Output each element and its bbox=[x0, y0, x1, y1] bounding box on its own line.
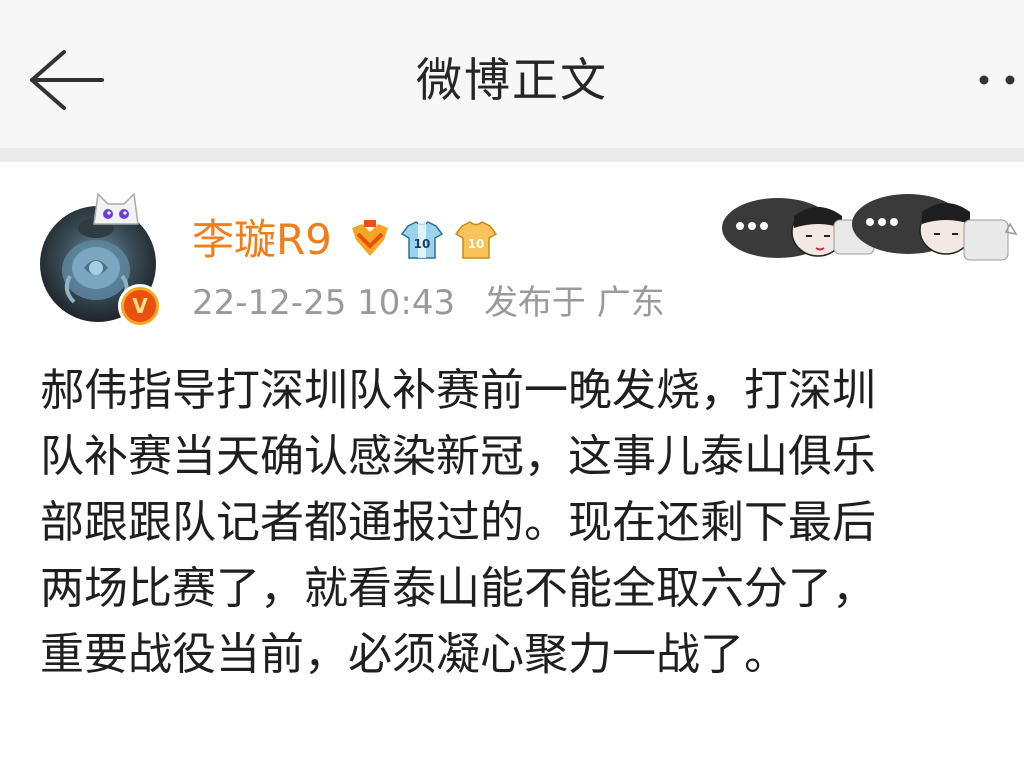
post-body-line: 郝伟指导打深圳队补赛前一晚发烧，打深圳 bbox=[40, 365, 876, 416]
weibo-post-page: 微博正文 V 李璇R9 10 10 22-12-25 10:43 发布于 广东 … bbox=[0, 0, 1024, 758]
more-dots-icon bbox=[979, 75, 1015, 85]
post-body-line: 重要战役当前，必须凝心聚力一战了。 bbox=[40, 629, 788, 680]
post-meta: 22-12-25 10:43 发布于 广东 bbox=[192, 278, 683, 328]
svg-text:10: 10 bbox=[468, 237, 485, 251]
verified-badge: V bbox=[118, 284, 162, 328]
author-name[interactable]: 李璇R9 bbox=[192, 210, 332, 270]
top-nav-bar: 微博正文 bbox=[0, 0, 1024, 148]
post-location: 发布于 广东 bbox=[483, 283, 665, 323]
cat-decoration-icon bbox=[93, 192, 139, 225]
post-timestamp: 22-12-25 10:43 bbox=[192, 283, 456, 323]
post-body-line: 部跟跟队记者都通报过的。现在还剩下最后 bbox=[40, 497, 876, 548]
header-divider bbox=[0, 148, 1024, 162]
jersey-10-blue-icon[interactable]: 10 bbox=[400, 218, 444, 262]
page-title: 微博正文 bbox=[416, 53, 608, 107]
gold-badge-icon[interactable] bbox=[348, 218, 392, 262]
jersey-10-gold-icon[interactable]: 10 bbox=[454, 218, 498, 262]
post-body: 郝伟指导打深圳队补赛前一晚发烧，打深圳 队补赛当天确认感染新冠，这事儿泰山俱乐 … bbox=[40, 358, 1010, 688]
character-sticker-image bbox=[722, 194, 1018, 261]
post-body-line: 两场比赛了，就看泰山能不能全取六分了， bbox=[40, 563, 876, 614]
post-body-line: 队补赛当天确认感染新冠，这事儿泰山俱乐 bbox=[40, 431, 876, 482]
more-options-button[interactable] bbox=[968, 60, 1024, 100]
verified-v-mark: V bbox=[124, 290, 156, 322]
svg-text:10: 10 bbox=[414, 237, 431, 251]
